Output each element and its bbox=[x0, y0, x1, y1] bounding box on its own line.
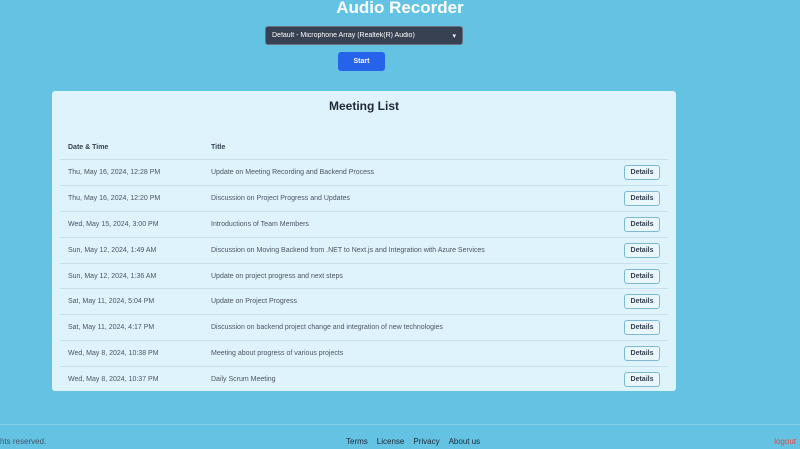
footer-link-privacy[interactable]: Privacy bbox=[413, 437, 439, 446]
table-row: Sun, May 12, 2024, 1:36 AM Update on proj… bbox=[60, 262, 668, 289]
meeting-date: Sun, May 12, 2024, 1:49 AM bbox=[68, 246, 157, 254]
table-row: Sun, May 12, 2024, 1:49 AM Discussion on … bbox=[60, 236, 668, 263]
details-button[interactable]: Details bbox=[624, 190, 660, 206]
meeting-date: Thu, May 16, 2024, 12:20 PM bbox=[68, 194, 161, 202]
meeting-title: Daily Scrum Meeting bbox=[211, 376, 276, 384]
footer-link-about[interactable]: About us bbox=[449, 437, 481, 446]
details-button[interactable]: Details bbox=[624, 165, 660, 180]
meeting-table-body: Thu, May 16, 2024, 12:28 PM Update on Mee… bbox=[60, 159, 668, 392]
meeting-list-title: Meeting List bbox=[328, 99, 399, 113]
meeting-title: Discussion on Moving Backend from .NET t… bbox=[211, 246, 485, 254]
app-title: Audio Recorder bbox=[336, 0, 464, 17]
details-button[interactable]: Details bbox=[624, 346, 660, 362]
details-button[interactable]: Details bbox=[624, 268, 660, 284]
details-button[interactable]: Details bbox=[624, 372, 660, 388]
footer-link-license[interactable]: License bbox=[377, 437, 405, 446]
footer-link-terms[interactable]: Terms bbox=[346, 437, 368, 446]
microphone-select[interactable]: Default - Microphone Array (Realtek(R) A… bbox=[265, 26, 463, 45]
microphone-select-value: Default - Microphone Array (Realtek(R) A… bbox=[272, 32, 415, 39]
meeting-date: Wed, May 15, 2024, 3:00 PM bbox=[68, 220, 159, 228]
details-button[interactable]: Details bbox=[624, 216, 660, 232]
meeting-date: Sat, May 11, 2024, 4:17 PM bbox=[68, 324, 155, 332]
meeting-title: Meeting about progress of various projec… bbox=[211, 350, 344, 358]
table-header: Date & Time Title bbox=[68, 144, 660, 158]
meeting-date: Thu, May 16, 2024, 12:28 PM bbox=[68, 169, 161, 176]
table-row: Wed, May 8, 2024, 10:37 PM Daily Scrum Me… bbox=[60, 366, 668, 392]
meeting-title: Discussion on backend project change and… bbox=[211, 324, 443, 332]
meeting-date: Wed, May 8, 2024, 10:37 PM bbox=[68, 376, 159, 384]
table-row: Wed, May 8, 2024, 10:38 PM Meeting about … bbox=[60, 340, 668, 366]
table-row: Sat, May 11, 2024, 4:17 PM Discussion on … bbox=[60, 314, 668, 340]
start-button[interactable]: Start bbox=[338, 52, 385, 71]
table-row: Wed, May 15, 2024, 3:00 PM Introductions … bbox=[60, 210, 668, 237]
meeting-date: Wed, May 8, 2024, 10:38 PM bbox=[68, 350, 159, 358]
table-row: Thu, May 16, 2024, 12:28 PM Update on Mee… bbox=[60, 159, 668, 185]
copyright-text: hts reserved. bbox=[0, 437, 47, 446]
details-button[interactable]: Details bbox=[624, 320, 660, 336]
column-header-title: Title bbox=[211, 144, 226, 151]
meeting-list-card: Meeting List Date & Time Title Thu, May … bbox=[52, 91, 676, 391]
footer-links: Terms License Privacy About us bbox=[346, 437, 480, 446]
table-row: Sat, May 11, 2024, 5:04 PM Update on Proj… bbox=[60, 288, 668, 314]
footer-divider bbox=[0, 424, 800, 425]
column-header-date: Date & Time bbox=[68, 144, 109, 151]
table-row: Thu, May 16, 2024, 12:20 PM Discussion on… bbox=[60, 184, 668, 211]
logout-link[interactable]: logout bbox=[774, 437, 796, 446]
meeting-title: Update on Meeting Recording and Backend … bbox=[211, 169, 375, 176]
meeting-title: Introductions of Team Members bbox=[211, 220, 309, 228]
details-button[interactable]: Details bbox=[624, 242, 660, 258]
meeting-title: Update on project progress and next step… bbox=[211, 272, 343, 280]
chevron-down-icon: ▾ bbox=[452, 32, 456, 40]
meeting-title: Discussion on Project Progress and Updat… bbox=[211, 194, 350, 202]
details-button[interactable]: Details bbox=[624, 294, 660, 310]
meeting-date: Sat, May 11, 2024, 5:04 PM bbox=[68, 298, 155, 306]
meeting-date: Sun, May 12, 2024, 1:36 AM bbox=[68, 272, 157, 280]
meeting-title: Update on Project Progress bbox=[211, 298, 297, 306]
